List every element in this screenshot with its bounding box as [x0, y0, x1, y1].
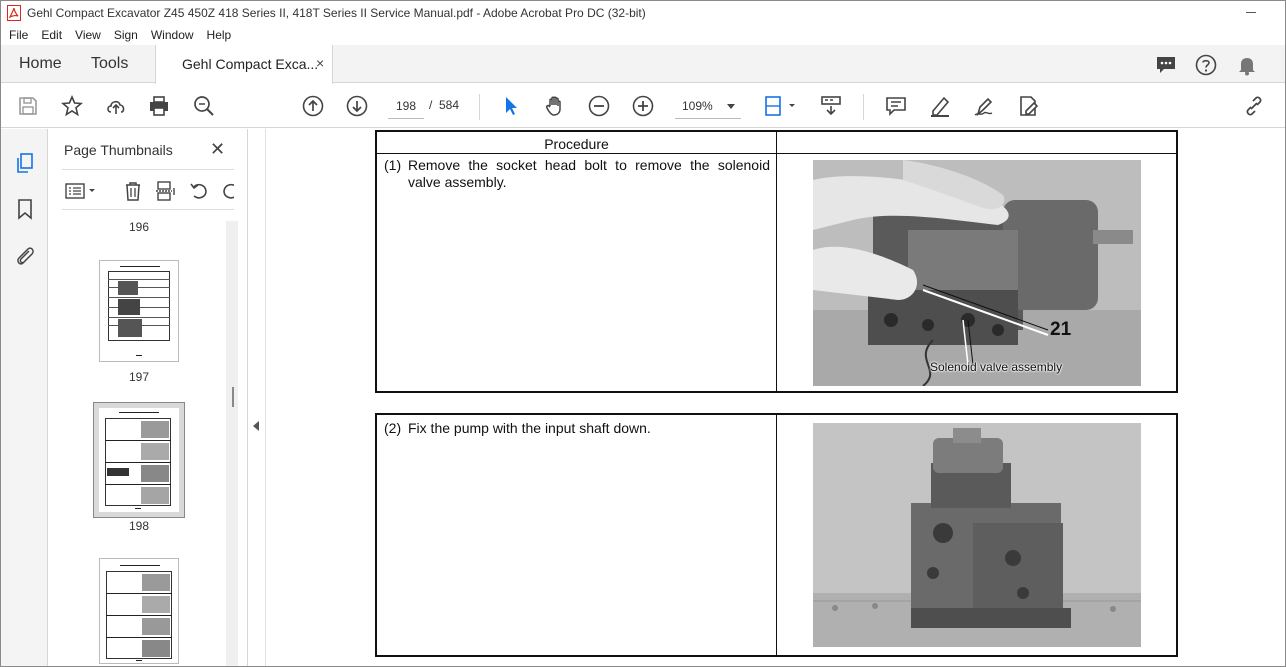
page-total: 584 — [439, 98, 460, 112]
tab-bar: Home Tools Gehl Compact Exca... × — [1, 45, 1285, 84]
panel-divider — [62, 209, 234, 210]
menu-sign[interactable]: Sign — [110, 28, 142, 42]
chevron-down-icon — [727, 104, 735, 109]
panel-resize-grip[interactable] — [232, 387, 234, 407]
tab-document-label: Gehl Compact Exca... — [182, 56, 319, 72]
menu-help[interactable]: Help — [203, 28, 236, 42]
notification-bell-icon[interactable] — [1235, 53, 1259, 77]
thumbnail-page-number: 196 — [128, 220, 150, 234]
next-page-icon[interactable] — [345, 94, 369, 118]
procedure-table: Procedure (1) Remove the socket head bol… — [375, 130, 1178, 393]
zoom-level-value: 109% — [682, 99, 713, 113]
page-thumbnail[interactable] — [99, 260, 179, 362]
search-icon[interactable] — [192, 94, 216, 118]
acrobat-window: Gehl Compact Excavator Z45 450Z 418 Seri… — [0, 0, 1286, 667]
thumbnail-page-number: 198 — [128, 519, 150, 533]
procedure-step: (1) Remove the socket head bolt to remov… — [384, 157, 770, 197]
step-number: (2) — [384, 420, 402, 436]
highlight-pen-icon[interactable] — [928, 94, 952, 118]
edit-pdf-icon[interactable] — [1016, 94, 1040, 118]
print-icon[interactable] — [147, 94, 171, 118]
toolbar-divider — [863, 94, 864, 120]
procedure-column-header: Procedure — [544, 136, 609, 152]
zoom-out-icon[interactable] — [587, 94, 611, 118]
title-bar: Gehl Compact Excavator Z45 450Z 418 Seri… — [1, 1, 1285, 25]
panel-divider — [62, 169, 234, 170]
attachments-paperclip-icon[interactable] — [13, 243, 37, 267]
rotate-right-icon[interactable] — [220, 180, 234, 202]
select-cursor-icon[interactable] — [499, 94, 523, 118]
insert-pages-icon[interactable] — [155, 180, 177, 202]
solenoid-valve-photo — [813, 160, 1141, 386]
minimize-button[interactable] — [1243, 4, 1259, 20]
save-icon[interactable] — [16, 94, 40, 118]
procedure-table: (2) Fix the pump with the input shaft do… — [375, 413, 1178, 657]
toolbar-divider — [479, 94, 480, 120]
collapse-arrow-icon[interactable] — [253, 421, 259, 431]
help-icon[interactable] — [1194, 53, 1218, 77]
rotate-left-icon[interactable] — [188, 180, 210, 202]
bookmark-star-icon[interactable] — [60, 94, 84, 118]
add-comment-icon[interactable] — [884, 94, 908, 118]
tab-close-icon[interactable]: × — [316, 55, 324, 71]
upload-cloud-icon[interactable] — [104, 94, 128, 118]
pump-photo — [813, 423, 1141, 647]
previous-page-icon[interactable] — [301, 94, 325, 118]
scroll-mode-icon[interactable] — [819, 94, 843, 118]
tab-home[interactable]: Home — [19, 45, 62, 83]
bookmarks-icon[interactable] — [13, 197, 37, 221]
thumbnail-page-number: 197 — [128, 370, 150, 384]
menu-bar: File Edit View Sign Window Help — [1, 25, 1285, 45]
sign-pen-icon[interactable] — [972, 94, 996, 118]
menu-edit[interactable]: Edit — [37, 28, 66, 42]
delete-trash-icon[interactable] — [122, 180, 144, 202]
acrobat-logo-icon — [7, 5, 21, 21]
callout-number: 21 — [1050, 319, 1072, 340]
menu-file[interactable]: File — [5, 28, 32, 42]
page-number-input[interactable]: 198 — [388, 95, 424, 119]
tab-tools[interactable]: Tools — [91, 45, 128, 83]
zoom-level-select[interactable]: 109% — [675, 95, 741, 119]
menu-view[interactable]: View — [71, 28, 105, 42]
window-title: Gehl Compact Excavator Z45 450Z 418 Seri… — [27, 6, 646, 20]
comment-bubble-icon[interactable] — [1154, 53, 1178, 77]
page-thumbnails-panel: Page Thumbnails ✕ 196 197 198 — [48, 129, 248, 666]
page-thumbnail-selected[interactable] — [93, 402, 185, 518]
menu-window[interactable]: Window — [147, 28, 198, 42]
document-view[interactable]: Procedure (1) Remove the socket head bol… — [266, 129, 1285, 666]
step-text: Fix the pump with the input shaft down. — [408, 420, 651, 436]
page-separator: / — [429, 98, 433, 112]
tab-document[interactable]: Gehl Compact Exca... × — [155, 45, 333, 84]
hand-tool-icon[interactable] — [543, 94, 567, 118]
share-link-icon[interactable] — [1242, 94, 1266, 118]
page-thumbnails-icon[interactable] — [13, 151, 37, 175]
panel-title: Page Thumbnails — [64, 142, 173, 158]
zoom-in-icon[interactable] — [631, 94, 655, 118]
main-toolbar: 198 / 584 109% — [1, 84, 1285, 128]
close-icon[interactable]: ✕ — [210, 139, 225, 160]
thumbnail-toolbar — [62, 177, 242, 207]
navigation-rail — [1, 129, 48, 666]
step-number: (1) — [384, 157, 402, 173]
thumbnail-scrollbar[interactable] — [226, 221, 238, 666]
page-fit-icon[interactable] — [763, 94, 799, 118]
procedure-step: (2) Fix the pump with the input shaft do… — [384, 420, 770, 440]
page-thumbnail[interactable] — [99, 558, 179, 664]
thumbnail-options-icon[interactable] — [64, 180, 98, 202]
panel-collapse-splitter[interactable] — [248, 129, 266, 666]
callout-label: Solenoid valve assembly — [930, 360, 1063, 374]
step-text: Remove the socket head bolt to remove th… — [408, 157, 770, 190]
